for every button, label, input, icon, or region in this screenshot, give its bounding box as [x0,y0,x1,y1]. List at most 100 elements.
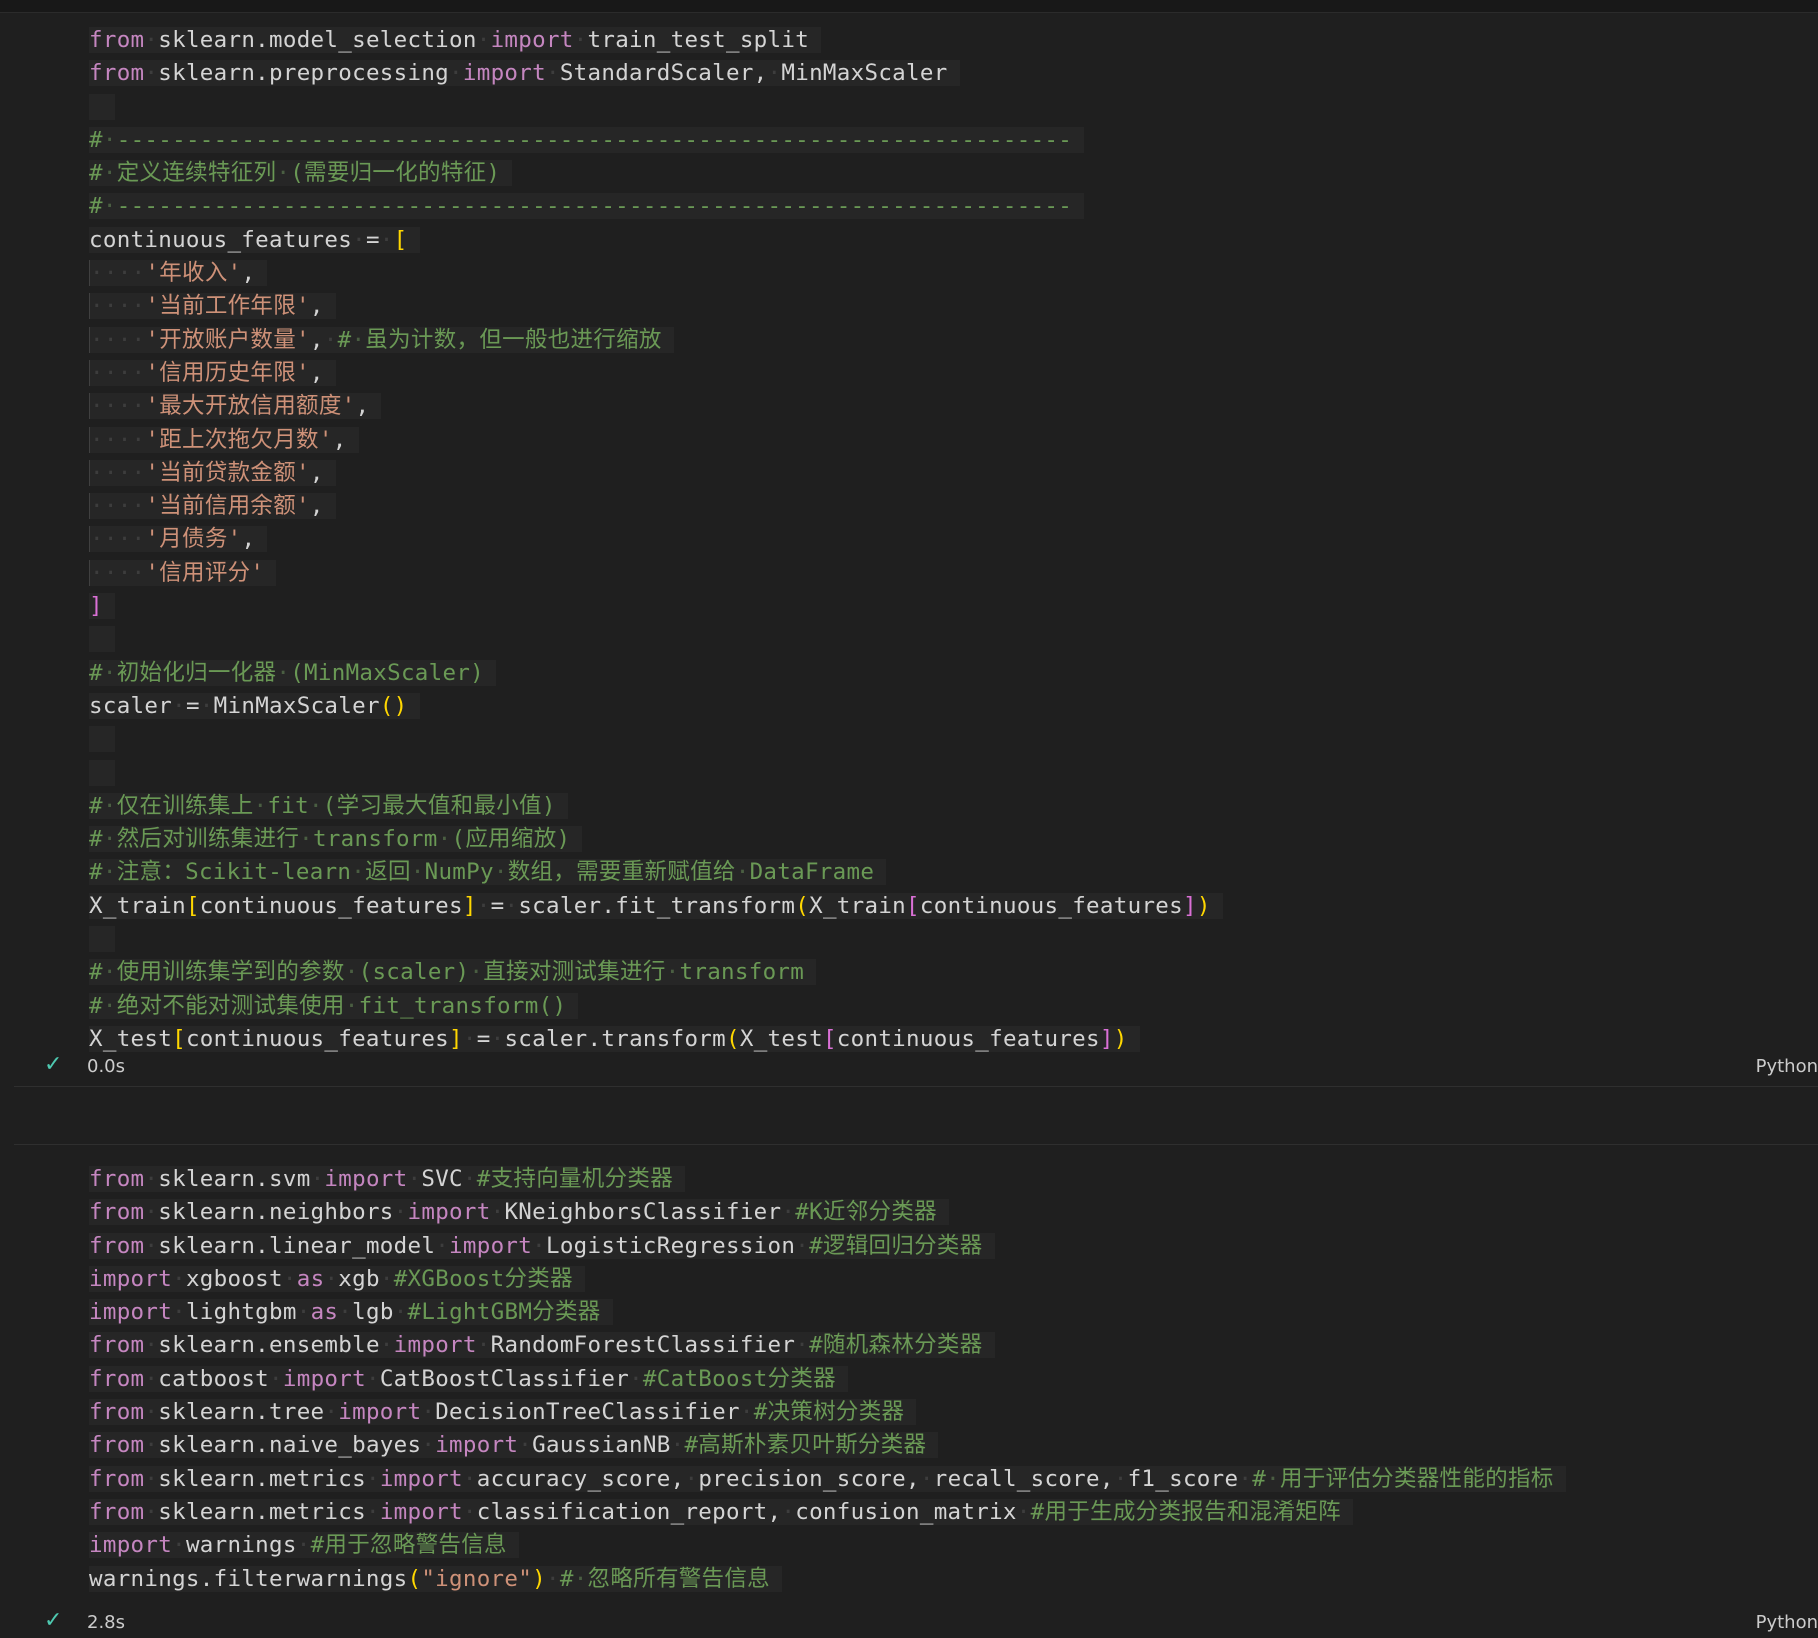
code-line[interactable]: #·绝对不能对测试集使用·fit_transform() [89,990,1223,1023]
code-line-text: ····'年收入', [89,260,268,287]
code-line[interactable]: #·--------------------------------------… [89,190,1223,223]
code-line[interactable]: ····'当前信用余额', [89,490,1223,523]
code-line-text: #·初始化归一化器·(MinMaxScaler) [89,659,497,686]
code-line-text: scaler·=·MinMaxScaler() [89,692,420,719]
code-line-text: #·--------------------------------------… [89,126,1085,153]
editor-toolbar [0,0,1818,13]
code-line[interactable]: from·sklearn.tree·import·DecisionTreeCla… [89,1396,1566,1429]
cell-1-code[interactable]: from·sklearn.model_selection·import·trai… [89,24,1223,1056]
code-line-text: from·sklearn.model_selection·import·trai… [89,27,822,53]
code-line-text: warnings.filterwarnings("ignore")·#·忽略所有… [89,1565,782,1592]
code-line[interactable] [89,723,1223,756]
code-line[interactable]: import·warnings·#用于忽略警告信息 [89,1529,1566,1562]
code-line-text [89,759,115,786]
code-line[interactable]: warnings.filterwarnings("ignore")·#·忽略所有… [89,1563,1566,1596]
code-line-text [89,93,115,120]
code-line[interactable]: from·sklearn.naive_bayes·import·Gaussian… [89,1429,1566,1462]
code-line[interactable] [89,757,1223,790]
code-line[interactable]: ····'月债务', [89,523,1223,556]
code-line-text: #·然后对训练集进行·transform·(应用缩放) [89,826,583,853]
exec-time: 2.8s [87,1612,126,1633]
code-line-text: X_test[continuous_features]·=·scaler.tra… [89,1025,1140,1052]
code-line-text: from·sklearn.metrics·import·classificati… [89,1498,1353,1525]
code-line-text: from·sklearn.metrics·import·accuracy_sco… [89,1465,1566,1492]
code-line[interactable]: ····'最大开放信用额度', [89,390,1223,423]
code-line[interactable] [89,91,1223,124]
code-line-text: import·xgboost·as·xgb·#XGBoost分类器 [89,1265,585,1292]
code-line[interactable]: #·然后对训练集进行·transform·(应用缩放) [89,823,1223,856]
code-line-text: from·sklearn.naive_bayes·import·Gaussian… [89,1432,939,1459]
code-line-text [89,726,115,753]
code-line-text: ····'最大开放信用额度', [89,393,382,420]
code-line-text: from·catboost·import·CatBoostClassifier·… [89,1365,848,1392]
code-line-text: ····'月债务', [89,526,268,553]
code-line-text: ····'当前信用余额', [89,493,336,520]
code-line-text: from·sklearn.preprocessing·import·Standa… [89,60,960,87]
code-line[interactable]: from·sklearn.model_selection·import·trai… [89,24,1223,57]
code-line-text: #·绝对不能对测试集使用·fit_transform() [89,992,579,1019]
code-line[interactable]: from·catboost·import·CatBoostClassifier·… [89,1363,1566,1396]
code-line[interactable]: import·xgboost·as·xgb·#XGBoost分类器 [89,1263,1566,1296]
code-line[interactable]: from·sklearn.linear_model·import·Logisti… [89,1230,1566,1263]
code-line[interactable]: from·sklearn.metrics·import·accuracy_sco… [89,1463,1566,1496]
code-line[interactable]: scaler·=·MinMaxScaler() [89,690,1223,723]
code-line[interactable]: ····'当前贷款金额', [89,457,1223,490]
code-line[interactable]: from·sklearn.neighbors·import·KNeighbors… [89,1196,1566,1229]
code-line-text: ····'信用历史年限', [89,359,336,386]
exec-time: 0.0s [87,1056,126,1077]
code-line-text: ····'信用评分' [89,559,277,586]
code-line[interactable]: ····'信用历史年限', [89,357,1223,390]
code-line[interactable]: #·--------------------------------------… [89,124,1223,157]
cell-2-code[interactable]: from·sklearn.svm·import·SVC·#支持向量机分类器 fro… [89,1163,1566,1596]
code-cell-1[interactable]: from·sklearn.model_selection·import·trai… [14,14,1818,1087]
code-cell-2[interactable]: from·sklearn.svm·import·SVC·#支持向量机分类器 fro… [14,1144,1818,1627]
code-line-text [89,626,115,653]
code-line[interactable]: from·sklearn.preprocessing·import·Standa… [89,57,1223,90]
code-line[interactable] [89,623,1223,656]
code-line-text: from·sklearn.svm·import·SVC·#支持向量机分类器 [89,1166,686,1192]
code-line-text: from·sklearn.ensemble·import·RandomFores… [89,1332,995,1359]
cell-language[interactable]: Python [1756,1056,1818,1077]
code-line-text: ] [89,593,115,620]
code-line[interactable]: #·初始化归一化器·(MinMaxScaler) [89,657,1223,690]
code-line[interactable]: from·sklearn.ensemble·import·RandomFores… [89,1329,1566,1362]
cell-1-status: ✓ 0.0s Python [14,1052,1818,1082]
code-line-text: from·sklearn.linear_model·import·Logisti… [89,1232,995,1259]
code-line-text: #·仅在训练集上·fit·(学习最大值和最小值) [89,792,568,819]
code-line[interactable]: from·sklearn.svm·import·SVC·#支持向量机分类器 [89,1163,1566,1196]
code-line[interactable]: ····'信用评分' [89,557,1223,590]
code-line[interactable] [89,923,1223,956]
code-line[interactable]: ····'年收入', [89,257,1223,290]
code-line[interactable]: #·注意：Scikit-learn·返回·NumPy·数组，需要重新赋值给·Da… [89,856,1223,889]
code-line[interactable]: ····'开放账户数量',·#·虽为计数，但一般也进行缩放 [89,324,1223,357]
code-line[interactable]: ] [89,590,1223,623]
code-line-text: ····'开放账户数量',·#·虽为计数，但一般也进行缩放 [89,326,674,353]
code-line-text: ····'当前贷款金额', [89,459,336,486]
code-line-text: #·注意：Scikit-learn·返回·NumPy·数组，需要重新赋值给·Da… [89,859,887,886]
code-line-text: X_train[continuous_features]·=·scaler.fi… [89,892,1223,919]
code-line[interactable]: continuous_features·=·[ [89,224,1223,257]
code-line-text: import·warnings·#用于忽略警告信息 [89,1532,519,1559]
success-check-icon: ✓ [44,1052,63,1077]
code-line[interactable]: X_train[continuous_features]·=·scaler.fi… [89,890,1223,923]
code-line-text: #·定义连续特征列·(需要归一化的特征) [89,160,513,187]
cell-2-status: ✓ 2.8s Python [14,1608,1818,1638]
code-line[interactable]: import·lightgbm·as·lgb·#LightGBM分类器 [89,1296,1566,1329]
code-line[interactable]: ····'距上次拖欠月数', [89,424,1223,457]
code-line-text: ····'当前工作年限', [89,293,336,320]
code-line-text: #·--------------------------------------… [89,193,1085,220]
code-line-text: import·lightgbm·as·lgb·#LightGBM分类器 [89,1299,613,1326]
code-line-text: ····'距上次拖欠月数', [89,426,359,453]
success-check-icon: ✓ [44,1608,63,1633]
code-line[interactable]: #·定义连续特征列·(需要归一化的特征) [89,157,1223,190]
code-line[interactable]: #·使用训练集学到的参数·(scaler)·直接对测试集进行·transform [89,956,1223,989]
code-line-text: from·sklearn.neighbors·import·KNeighbors… [89,1199,949,1226]
code-line[interactable]: from·sklearn.metrics·import·classificati… [89,1496,1566,1529]
code-line[interactable]: #·仅在训练集上·fit·(学习最大值和最小值) [89,790,1223,823]
code-line-text: continuous_features·=·[ [89,226,420,253]
code-line[interactable]: ····'当前工作年限', [89,290,1223,323]
cell-language[interactable]: Python [1756,1612,1818,1633]
code-line-text: #·使用训练集学到的参数·(scaler)·直接对测试集进行·transform [89,959,817,986]
code-line-text [89,926,115,953]
code-line-text: from·sklearn.tree·import·DecisionTreeCla… [89,1399,917,1426]
